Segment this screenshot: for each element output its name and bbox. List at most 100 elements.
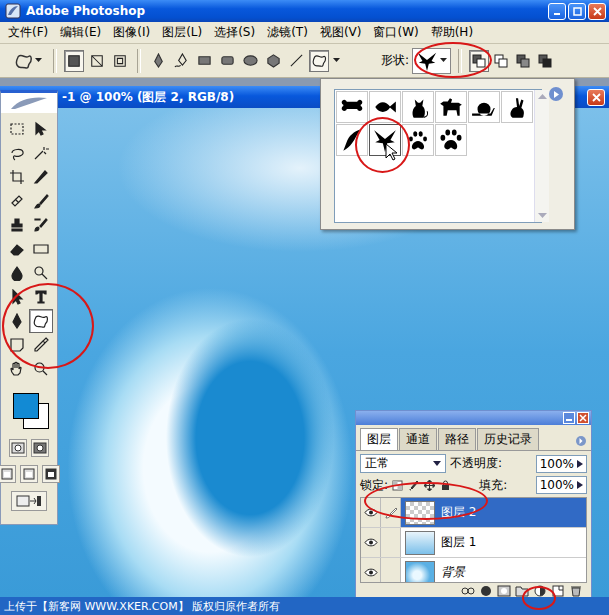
- shape-tool-button[interactable]: [171, 50, 191, 72]
- combine-button[interactable]: [535, 50, 555, 72]
- menu-item[interactable]: 文件(F): [2, 24, 54, 41]
- shape-item[interactable]: [336, 91, 368, 123]
- screen-mode-button[interactable]: [0, 465, 16, 483]
- panel-tab[interactable]: 历史记录: [477, 428, 539, 450]
- menu-item[interactable]: 编辑(E): [54, 24, 107, 41]
- standard-mode-button[interactable]: [9, 439, 27, 457]
- tool-button[interactable]: [5, 237, 29, 261]
- lock-position-icon[interactable]: [424, 480, 435, 491]
- tool-button[interactable]: [5, 285, 29, 309]
- trash-icon[interactable]: [569, 585, 583, 597]
- shape-tool-button[interactable]: [309, 50, 329, 72]
- combine-button[interactable]: [469, 50, 489, 72]
- panel-minimize-button[interactable]: [563, 412, 575, 424]
- tool-button[interactable]: [29, 165, 53, 189]
- shape-item[interactable]: [369, 124, 401, 156]
- tool-button[interactable]: [29, 357, 53, 381]
- menu-item[interactable]: 帮助(H): [425, 24, 479, 41]
- shape-item[interactable]: [336, 124, 368, 156]
- layer-style-icon[interactable]: [479, 585, 493, 597]
- tool-button[interactable]: [5, 309, 29, 333]
- shape-tool-button[interactable]: [194, 50, 214, 72]
- tool-button[interactable]: [5, 189, 29, 213]
- blend-mode-select[interactable]: 正常: [360, 454, 446, 473]
- menu-item[interactable]: 滤镜(T): [261, 24, 314, 41]
- link-cell[interactable]: [381, 498, 401, 527]
- tool-button[interactable]: [5, 333, 29, 357]
- new-layer-icon[interactable]: [551, 585, 565, 597]
- tool-button[interactable]: [29, 189, 53, 213]
- shape-tool-button[interactable]: [217, 50, 237, 72]
- lock-transparency-icon[interactable]: [392, 480, 403, 491]
- combine-button[interactable]: [513, 50, 533, 72]
- panel-close-button[interactable]: [577, 412, 589, 424]
- panel-tab[interactable]: 路径: [438, 428, 476, 450]
- menu-item[interactable]: 窗口(W): [367, 24, 424, 41]
- layer-row[interactable]: 图层 2: [361, 498, 586, 528]
- folder-icon[interactable]: [515, 585, 529, 597]
- panel-tab[interactable]: 通道: [399, 428, 437, 450]
- tool-button[interactable]: [29, 117, 53, 141]
- shape-item[interactable]: [435, 91, 467, 123]
- minimize-button[interactable]: [548, 3, 566, 20]
- shape-tool-button[interactable]: [240, 50, 260, 72]
- screen-mode-button[interactable]: [20, 465, 38, 483]
- layer-row[interactable]: 背景: [361, 558, 586, 583]
- visibility-toggle[interactable]: [361, 528, 381, 557]
- mask-icon[interactable]: [497, 585, 511, 597]
- combine-button[interactable]: [491, 50, 511, 72]
- mode-button[interactable]: [87, 50, 107, 72]
- picker-scrollbar[interactable]: [534, 90, 549, 222]
- fill-field[interactable]: 100%: [536, 476, 587, 494]
- close-button[interactable]: [588, 3, 606, 20]
- panel-menu-icon[interactable]: [575, 435, 587, 447]
- lock-image-icon[interactable]: [408, 480, 419, 491]
- shape-item[interactable]: [501, 91, 533, 123]
- link-cell[interactable]: [381, 558, 401, 583]
- menu-item[interactable]: 选择(S): [208, 24, 261, 41]
- menu-item[interactable]: 图像(I): [107, 24, 156, 41]
- opacity-field[interactable]: 100%: [536, 455, 587, 473]
- shape-item[interactable]: [369, 91, 401, 123]
- dropdown-arrow-icon[interactable]: [333, 58, 340, 63]
- tool-button[interactable]: [29, 309, 53, 333]
- shape-tool-button[interactable]: [263, 50, 283, 72]
- shape-dropdown[interactable]: [412, 48, 451, 74]
- visibility-toggle[interactable]: [361, 558, 381, 583]
- shape-item[interactable]: [468, 91, 500, 123]
- document-close-button[interactable]: [587, 89, 605, 106]
- picker-menu-button[interactable]: [549, 87, 563, 101]
- lock-all-icon[interactable]: [440, 480, 451, 491]
- tool-button[interactable]: [5, 213, 29, 237]
- screen-mode-button[interactable]: [42, 465, 60, 483]
- tool-button[interactable]: [5, 141, 29, 165]
- tool-button[interactable]: [5, 357, 29, 381]
- tool-button[interactable]: [29, 237, 53, 261]
- shape-item[interactable]: [402, 124, 434, 156]
- tool-button[interactable]: [29, 285, 53, 309]
- shape-item[interactable]: [402, 91, 434, 123]
- mode-button[interactable]: [64, 50, 84, 72]
- tool-preset-picker[interactable]: [10, 50, 46, 72]
- tool-button[interactable]: [5, 117, 29, 141]
- shape-item[interactable]: [435, 124, 467, 156]
- shape-tool-button[interactable]: [286, 50, 306, 72]
- foreground-color[interactable]: [13, 393, 39, 419]
- imageready-button[interactable]: [11, 491, 47, 511]
- quick-mask-button[interactable]: [31, 439, 49, 457]
- menu-item[interactable]: 视图(V): [314, 24, 368, 41]
- tool-button[interactable]: [29, 213, 53, 237]
- tool-button[interactable]: [5, 261, 29, 285]
- tool-button[interactable]: [5, 165, 29, 189]
- mode-button[interactable]: [110, 50, 130, 72]
- layer-row[interactable]: 图层 1: [361, 528, 586, 558]
- adjustment-icon[interactable]: [533, 585, 547, 597]
- link-cell[interactable]: [381, 528, 401, 557]
- maximize-button[interactable]: [568, 3, 586, 20]
- shape-tool-button[interactable]: [148, 50, 168, 72]
- panel-tab[interactable]: 图层: [360, 428, 398, 450]
- visibility-toggle[interactable]: [361, 498, 381, 527]
- tool-button[interactable]: [29, 141, 53, 165]
- menu-item[interactable]: 图层(L): [156, 24, 208, 41]
- link-icon[interactable]: [461, 585, 475, 597]
